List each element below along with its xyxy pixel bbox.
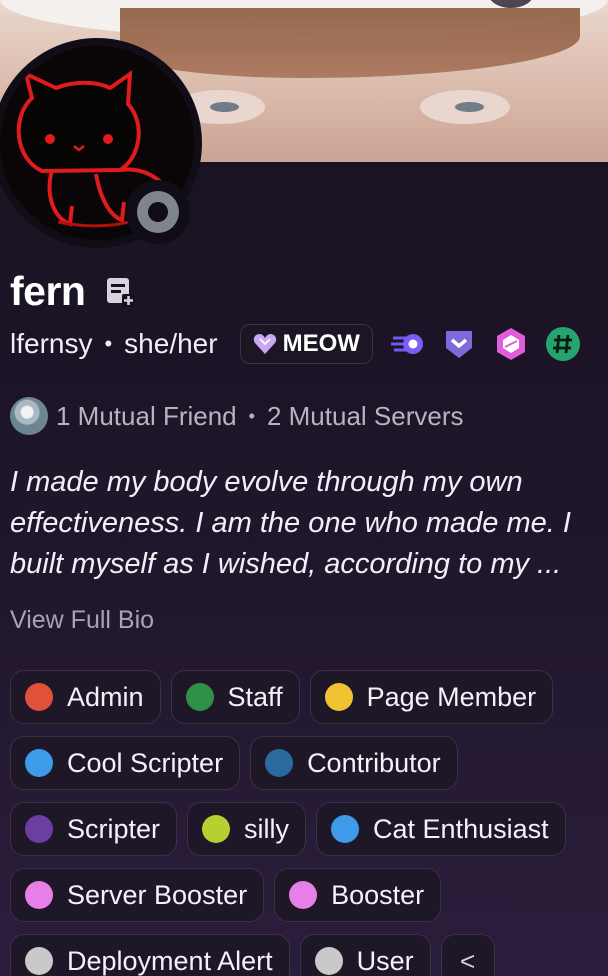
role-color-dot xyxy=(25,881,53,909)
roles-row: Deployment Alert User < xyxy=(10,934,608,976)
role-label: User xyxy=(356,945,414,976)
role-color-dot xyxy=(331,815,360,843)
role-chip[interactable]: Staff xyxy=(170,670,300,724)
guild-tag[interactable]: MEOW xyxy=(239,324,373,364)
role-chip[interactable]: silly xyxy=(187,802,307,856)
display-name: fern xyxy=(10,268,86,314)
role-chip[interactable]: Cat Enthusiast xyxy=(316,802,566,856)
role-color-dot xyxy=(185,683,214,711)
mutuals-row[interactable]: 1 Mutual Friend • 2 Mutual Servers xyxy=(10,396,464,436)
view-full-bio-link[interactable]: View Full Bio xyxy=(10,606,154,635)
role-color-dot xyxy=(202,815,231,843)
role-color-dot xyxy=(25,947,53,975)
heart-gem-icon xyxy=(253,334,276,354)
name-row: fern xyxy=(10,268,137,315)
active-developer-icon[interactable] xyxy=(441,326,477,362)
role-color-dot xyxy=(25,815,53,843)
banner-hair xyxy=(120,8,580,78)
banner-eye-right xyxy=(420,90,510,124)
pronouns: she/her xyxy=(124,328,218,359)
mutual-servers[interactable]: 2 Mutual Servers xyxy=(267,401,464,432)
role-color-dot xyxy=(265,749,294,777)
offline-status-icon xyxy=(137,191,179,233)
quest-badge-icon[interactable] xyxy=(545,326,581,362)
role-color-dot xyxy=(314,947,343,975)
bio-text: I made my body evolve through my own eff… xyxy=(10,466,571,580)
role-label: silly xyxy=(244,813,290,844)
role-chip[interactable]: Page Member xyxy=(309,670,554,724)
role-color-dot xyxy=(25,683,53,711)
role-label: Scripter xyxy=(67,813,161,844)
nitro-gem-icon[interactable] xyxy=(493,326,529,362)
role-label: Page Member xyxy=(366,681,537,712)
roles-row: Scripter silly Cat Enthusiast xyxy=(10,802,608,856)
role-chip[interactable]: Cool Scripter xyxy=(10,736,241,790)
roles-row: Cool Scripter Contributor xyxy=(10,736,608,790)
hypesquad-balance-icon[interactable] xyxy=(389,326,425,362)
role-label: Cool Scripter xyxy=(67,747,224,778)
role-label: Booster xyxy=(331,879,425,910)
role-color-dot xyxy=(324,683,353,711)
role-chip[interactable]: User xyxy=(299,934,431,976)
mutual-friend-avatar xyxy=(10,397,48,435)
add-note-icon[interactable] xyxy=(103,275,137,309)
role-color-dot xyxy=(25,749,53,777)
roles-row: Server Booster Booster xyxy=(10,868,608,922)
separator-dot: • xyxy=(104,331,113,356)
role-chip[interactable]: Deployment Alert xyxy=(10,934,290,976)
identity-row: lfernsy • she/her MEOW xyxy=(10,322,581,366)
role-chip[interactable]: Scripter xyxy=(10,802,178,856)
role-label: Staff xyxy=(227,681,283,712)
username[interactable]: lfernsy xyxy=(10,328,92,360)
role-color-dot xyxy=(289,881,318,909)
roles-list: Admin Staff Page Member Cool Scripter Co… xyxy=(10,670,608,976)
chevron-left-icon: < xyxy=(460,945,476,976)
role-chip[interactable]: Server Booster xyxy=(10,868,265,922)
role-chip[interactable]: Admin xyxy=(10,670,161,724)
role-label: Server Booster xyxy=(67,879,248,910)
role-label: Deployment Alert xyxy=(67,945,273,976)
role-label: Cat Enthusiast xyxy=(373,813,549,844)
roles-row: Admin Staff Page Member xyxy=(10,670,608,724)
role-chip[interactable]: Contributor xyxy=(250,736,458,790)
separator-dot: • xyxy=(248,405,255,426)
profile-card: fern lfernsy • she/her MEOW 1 Mutual Fri… xyxy=(0,0,608,976)
badge-list xyxy=(389,326,581,362)
mutual-friends[interactable]: 1 Mutual Friend xyxy=(56,401,237,432)
collapse-roles-button[interactable]: < xyxy=(440,934,495,976)
role-label: Contributor xyxy=(307,747,441,778)
guild-tag-label: MEOW xyxy=(282,330,360,357)
role-label: Admin xyxy=(67,681,144,712)
role-chip[interactable]: Booster xyxy=(274,868,442,922)
